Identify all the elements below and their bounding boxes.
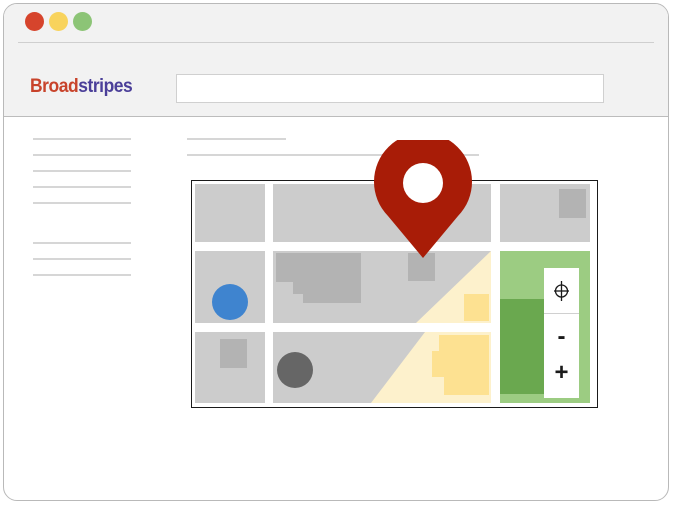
site-logo[interactable]: Broadstripes (30, 76, 133, 98)
minimize-window-button[interactable] (49, 12, 68, 31)
map-building (559, 189, 586, 218)
sidebar-placeholder-line (33, 274, 131, 276)
sidebar-placeholder-line (33, 154, 131, 156)
logo-stripes-text: stripes (78, 76, 133, 97)
map-building (220, 339, 247, 368)
logo-broad-text: Broad (30, 76, 79, 97)
map-building (464, 294, 489, 321)
zoom-out-button[interactable]: - (544, 320, 579, 354)
site-header: Broadstripes (4, 44, 668, 117)
title-bar (4, 4, 668, 44)
sidebar-placeholder-line (33, 242, 131, 244)
sidebar-placeholder-line (33, 138, 131, 140)
zoom-in-button[interactable]: + (544, 356, 579, 390)
close-window-button[interactable] (25, 12, 44, 31)
crosshair-globe-icon (554, 281, 569, 301)
map-marker-blue[interactable] (212, 284, 248, 320)
map-park-dense (500, 299, 544, 394)
locate-button[interactable] (544, 268, 579, 314)
search-input[interactable] (176, 74, 604, 103)
map-zoom-controls: - + (544, 268, 579, 398)
title-bar-divider (18, 42, 654, 43)
sidebar-placeholder-line (33, 258, 131, 260)
content-placeholder-line (187, 138, 286, 140)
location-pin-icon[interactable] (374, 132, 472, 265)
sidebar-placeholder-line (33, 170, 131, 172)
sidebar-placeholder-line (33, 186, 131, 188)
maximize-window-button[interactable] (73, 12, 92, 31)
map-marker-gray[interactable] (277, 352, 313, 388)
map-block (195, 184, 265, 242)
sidebar-placeholder-line (33, 202, 131, 204)
browser-window: Broadstripes - + (3, 3, 669, 501)
